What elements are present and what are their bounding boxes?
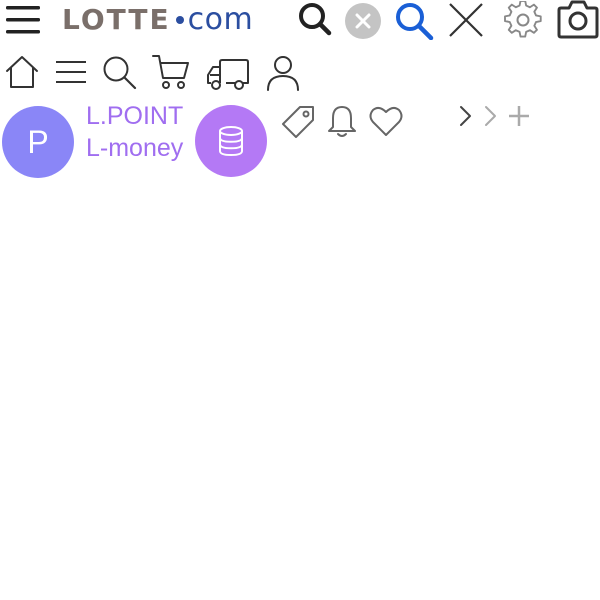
- chevron-right-light-icon[interactable]: [483, 105, 497, 127]
- lpoint-label[interactable]: L.POINT: [86, 104, 183, 129]
- search-icon-blue[interactable]: [394, 2, 434, 40]
- plus-icon[interactable]: [508, 105, 530, 127]
- home-icon[interactable]: [4, 54, 40, 90]
- gear-icon[interactable]: [504, 1, 542, 39]
- tag-icon[interactable]: [280, 104, 316, 140]
- cart-icon[interactable]: [152, 53, 190, 91]
- lmoney-label[interactable]: L-money: [86, 136, 183, 161]
- user-icon[interactable]: [266, 54, 300, 92]
- delivery-truck-icon[interactable]: [206, 58, 250, 92]
- search-icon[interactable]: [298, 2, 332, 36]
- clear-circle-icon[interactable]: [345, 3, 381, 39]
- heart-icon[interactable]: [369, 105, 403, 137]
- lotte-logo[interactable]: LOTTE com: [62, 2, 253, 38]
- point-avatar[interactable]: P: [2, 106, 74, 178]
- hamburger-menu-icon[interactable]: [6, 6, 40, 34]
- camera-icon[interactable]: [556, 0, 600, 40]
- search-icon[interactable]: [102, 55, 138, 91]
- lmoney-button[interactable]: [195, 105, 267, 177]
- coin-stack-icon: [219, 126, 243, 157]
- chevron-right-icon[interactable]: [458, 105, 472, 127]
- logo-brand-text: LOTTE: [62, 3, 171, 36]
- avatar-letter: P: [27, 123, 49, 160]
- logo-domain-text: com: [187, 2, 254, 37]
- menu-icon[interactable]: [56, 60, 86, 84]
- logo-dot: [175, 16, 184, 24]
- close-icon[interactable]: [448, 2, 484, 38]
- bell-icon[interactable]: [326, 104, 358, 138]
